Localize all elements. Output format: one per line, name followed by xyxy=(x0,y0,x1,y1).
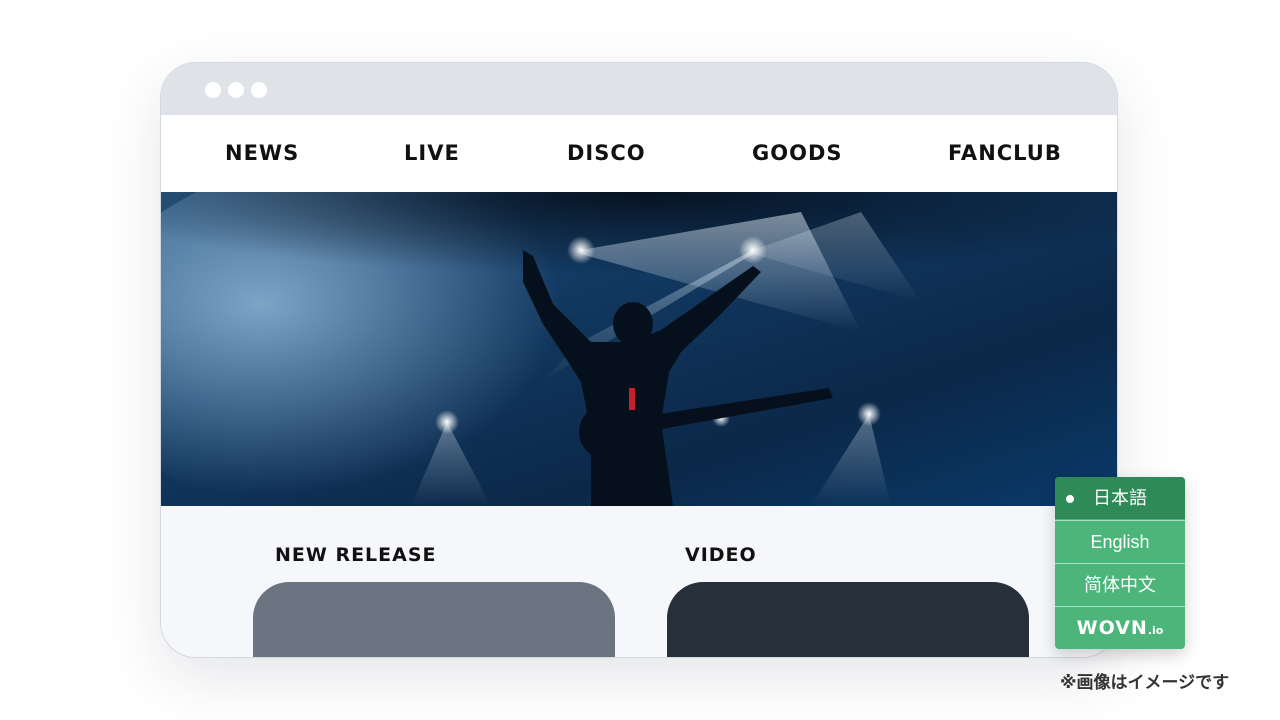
wovn-brand-logo: WOVN.io xyxy=(1055,606,1185,648)
site-nav: NEWS LIVE DISCO GOODS FANCLUB xyxy=(161,115,1117,192)
brand-suffix: .io xyxy=(1147,624,1164,637)
nav-item-news[interactable]: NEWS xyxy=(225,115,299,192)
language-switcher: 日本語 English 简体中文 WOVN.io xyxy=(1055,477,1185,649)
nav-item-fanclub[interactable]: FANCLUB xyxy=(948,115,1062,192)
new-release-heading: NEW RELEASE xyxy=(275,544,437,566)
window-dot-maximize[interactable] xyxy=(251,82,267,98)
video-heading: VIDEO xyxy=(685,544,757,566)
language-label: 简体中文 xyxy=(1084,575,1156,595)
brand-name: WOVN xyxy=(1076,617,1148,639)
browser-titlebar xyxy=(161,63,1117,115)
concert-stage-photo xyxy=(161,192,1117,506)
language-option-japanese[interactable]: 日本語 xyxy=(1055,477,1185,519)
image-disclaimer: ※画像はイメージです xyxy=(1060,673,1230,693)
selected-bullet-icon xyxy=(1066,495,1074,503)
language-option-chinese[interactable]: 简体中文 xyxy=(1055,563,1185,605)
nav-item-live[interactable]: LIVE xyxy=(404,115,460,192)
browser-window: NEWS LIVE DISCO GOODS FANCLUB NEW RELEAS… xyxy=(160,62,1118,658)
nav-item-disco[interactable]: DISCO xyxy=(567,115,646,192)
language-label: 日本語 xyxy=(1093,488,1147,508)
window-dot-close[interactable] xyxy=(205,82,221,98)
content-area: NEW RELEASE VIDEO xyxy=(161,506,1117,657)
video-card[interactable] xyxy=(667,582,1029,657)
window-dot-minimize[interactable] xyxy=(228,82,244,98)
language-label: English xyxy=(1090,532,1150,552)
hero-concert-image xyxy=(161,192,1117,506)
nav-item-goods[interactable]: GOODS xyxy=(752,115,843,192)
language-option-english[interactable]: English xyxy=(1055,520,1185,562)
new-release-card[interactable] xyxy=(253,582,615,657)
